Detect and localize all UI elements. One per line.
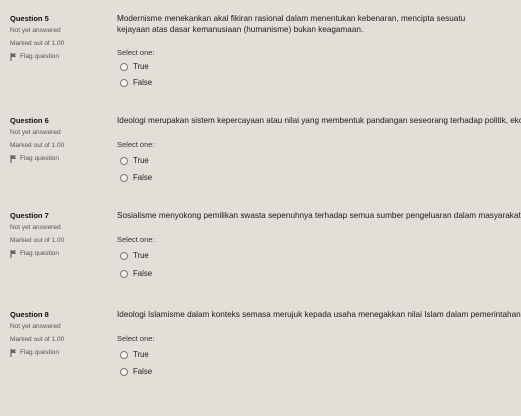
radio-true[interactable] — [120, 62, 128, 71]
question-text: Sosialisme menyokong pemilikan swasta se… — [117, 211, 521, 220]
flag-question-button[interactable]: Flag question — [10, 53, 105, 62]
radio-false[interactable] — [120, 173, 128, 182]
radio-false[interactable] — [120, 367, 128, 376]
flag-question-label: Flag question — [20, 52, 60, 60]
question-text: Ideologi Islamisme dalam konteks semasa … — [117, 310, 521, 319]
question-mark: Marked out of 1.00 — [10, 335, 65, 343]
flag-question-label: Flag question — [20, 348, 60, 356]
question-state: Not yet answered — [10, 129, 61, 137]
question-info: Question 5 Not yet answered Marked out o… — [10, 14, 105, 62]
option-false-label: False — [133, 269, 153, 278]
option-false[interactable]: False — [120, 173, 152, 182]
flag-icon — [10, 349, 17, 358]
option-false[interactable]: False — [120, 78, 152, 87]
option-false-label: False — [133, 173, 153, 182]
question-text: Ideologi merupakan sistem kepercayaan at… — [117, 116, 521, 125]
option-true[interactable]: True — [120, 251, 149, 260]
quiz-page: Question 5 Not yet answered Marked out o… — [0, 0, 521, 416]
question-state: Not yet answered — [10, 27, 61, 35]
radio-false[interactable] — [120, 78, 128, 87]
question-info: Question 6 Not yet answered Marked out o… — [10, 116, 105, 164]
radio-false[interactable] — [120, 269, 128, 278]
radio-true[interactable] — [120, 156, 128, 165]
flag-icon — [10, 155, 17, 164]
option-true-label: True — [133, 350, 149, 359]
question-number: Question 8 — [10, 310, 49, 319]
option-true[interactable]: True — [120, 350, 149, 359]
flag-question-label: Flag question — [20, 154, 60, 162]
flag-question-button[interactable]: Flag question — [10, 250, 105, 259]
question-info: Question 7 Not yet answered Marked out o… — [10, 211, 105, 259]
select-one-label: Select one: — [117, 140, 155, 149]
option-false-label: False — [133, 78, 153, 87]
question-info: Question 8 Not yet answered Marked out o… — [10, 310, 105, 358]
question-state: Not yet answered — [10, 323, 61, 331]
flag-question-label: Flag question — [20, 249, 60, 257]
question-mark: Marked out of 1.00 — [10, 39, 65, 47]
select-one-label: Select one: — [117, 334, 155, 343]
flag-icon — [10, 53, 17, 62]
option-true-label: True — [133, 251, 149, 260]
option-false[interactable]: False — [120, 269, 152, 278]
question-5: Question 5 Not yet answered Marked out o… — [0, 14, 521, 104]
radio-true[interactable] — [120, 251, 128, 260]
select-one-label: Select one: — [117, 235, 155, 244]
question-mark: Marked out of 1.00 — [10, 236, 65, 244]
question-number: Question 6 — [10, 116, 49, 125]
option-true[interactable]: True — [120, 62, 149, 71]
radio-true[interactable] — [120, 350, 128, 359]
flag-question-button[interactable]: Flag question — [10, 155, 105, 164]
question-text: Modernisme menekankan akal fikiran rasio… — [117, 14, 466, 34]
flag-question-button[interactable]: Flag question — [10, 349, 105, 358]
option-false[interactable]: False — [120, 367, 152, 376]
question-number: Question 7 — [10, 211, 49, 220]
flag-icon — [10, 250, 17, 259]
option-false-label: False — [133, 367, 153, 376]
select-one-label: Select one: — [117, 48, 155, 57]
question-7: Question 7 Not yet answered Marked out o… — [0, 211, 521, 291]
option-true-label: True — [133, 62, 149, 71]
question-8: Question 8 Not yet answered Marked out o… — [0, 310, 521, 400]
question-mark: Marked out of 1.00 — [10, 141, 65, 149]
option-true[interactable]: True — [120, 156, 149, 165]
question-number: Question 5 — [10, 14, 49, 23]
option-true-label: True — [133, 156, 149, 165]
question-6: Question 6 Not yet answered Marked out o… — [0, 116, 521, 196]
question-state: Not yet answered — [10, 224, 61, 232]
